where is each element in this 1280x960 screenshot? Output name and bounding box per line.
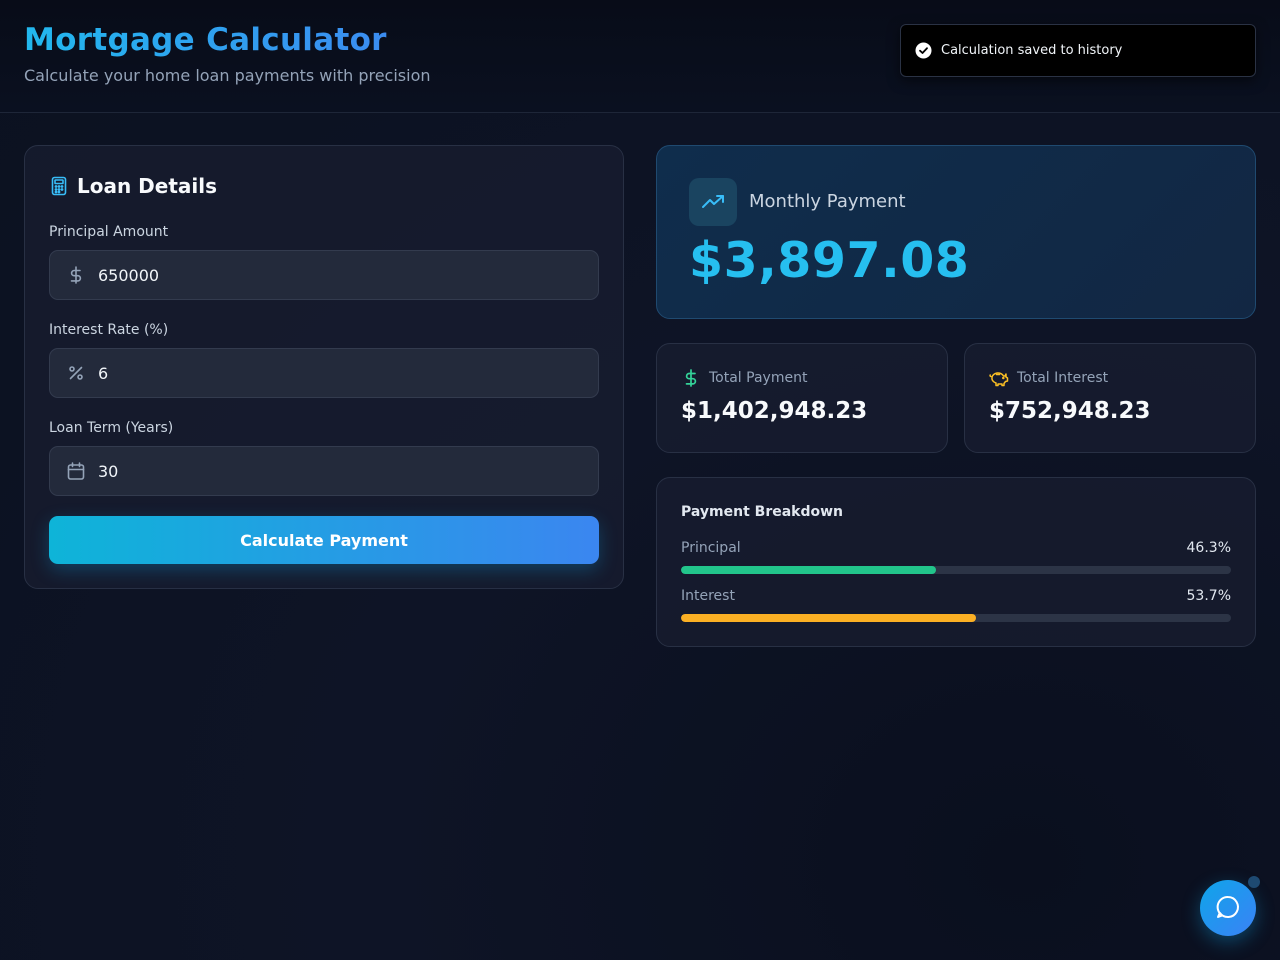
interest-breakdown-label: Interest xyxy=(681,588,735,604)
principal-breakdown-label: Principal xyxy=(681,540,741,556)
interest-breakdown-percent: 53.7% xyxy=(1186,588,1231,604)
principal-label: Principal Amount xyxy=(49,224,169,240)
interest-rate-input[interactable] xyxy=(98,349,578,397)
chat-bubble-icon xyxy=(1215,895,1241,921)
monthly-payment-card: Monthly Payment $3,897.08 xyxy=(656,145,1256,319)
principal-breakdown-percent: 46.3% xyxy=(1186,540,1231,556)
loan-details-header: Loan Details xyxy=(49,174,217,198)
calculator-icon xyxy=(49,176,69,196)
trending-up-icon xyxy=(689,178,737,226)
loan-details-title: Loan Details xyxy=(77,174,218,198)
monthly-payment-label: Monthly Payment xyxy=(749,191,906,212)
page-title: Mortgage Calculator xyxy=(24,22,387,58)
payment-breakdown-title: Payment Breakdown xyxy=(681,504,844,520)
total-interest-label: Total Interest xyxy=(1017,370,1109,386)
piggy-bank-icon xyxy=(989,368,1009,388)
loan-details-card: Loan Details Principal Amount Interest R… xyxy=(24,145,624,589)
loan-term-input[interactable] xyxy=(98,447,578,495)
principal-input[interactable] xyxy=(98,251,578,299)
loan-term-label: Loan Term (Years) xyxy=(49,420,174,436)
monthly-payment-value: $3,897.08 xyxy=(689,232,970,289)
total-payment-label: Total Payment xyxy=(709,370,808,386)
total-interest-card: Total Interest $752,948.23 xyxy=(964,343,1256,453)
check-circle-icon xyxy=(915,42,932,59)
total-interest-header: Total Interest xyxy=(989,368,1108,388)
notification-dot xyxy=(1248,876,1260,888)
principal-progress-fill xyxy=(681,566,936,574)
total-payment-card: Total Payment $1,402,948.23 xyxy=(656,343,948,453)
interest-progress-track xyxy=(681,614,1231,622)
total-interest-value: $752,948.23 xyxy=(989,398,1151,424)
calendar-icon xyxy=(66,461,86,481)
payment-breakdown-card: Payment Breakdown Principal 46.3% Intere… xyxy=(656,477,1256,647)
principal-progress-track xyxy=(681,566,1231,574)
principal-field[interactable] xyxy=(49,250,599,300)
toast-notification[interactable]: Calculation saved to history xyxy=(900,24,1256,77)
mortgage-calculator-page: Mortgage Calculator Calculate your home … xyxy=(0,0,1280,960)
percent-icon xyxy=(66,363,86,383)
total-payment-header: Total Payment xyxy=(681,368,807,388)
page-subtitle: Calculate your home loan payments with p… xyxy=(24,66,431,85)
loan-term-field[interactable] xyxy=(49,446,599,496)
interest-rate-field[interactable] xyxy=(49,348,599,398)
calculate-payment-button[interactable]: Calculate Payment xyxy=(49,516,599,564)
toast-message: Calculation saved to history xyxy=(941,43,1123,58)
dollar-icon xyxy=(66,265,86,285)
interest-progress-fill xyxy=(681,614,977,622)
chat-button[interactable] xyxy=(1200,880,1256,936)
dollar-icon xyxy=(681,368,701,388)
interest-rate-label: Interest Rate (%) xyxy=(49,322,169,338)
total-payment-value: $1,402,948.23 xyxy=(681,398,868,424)
